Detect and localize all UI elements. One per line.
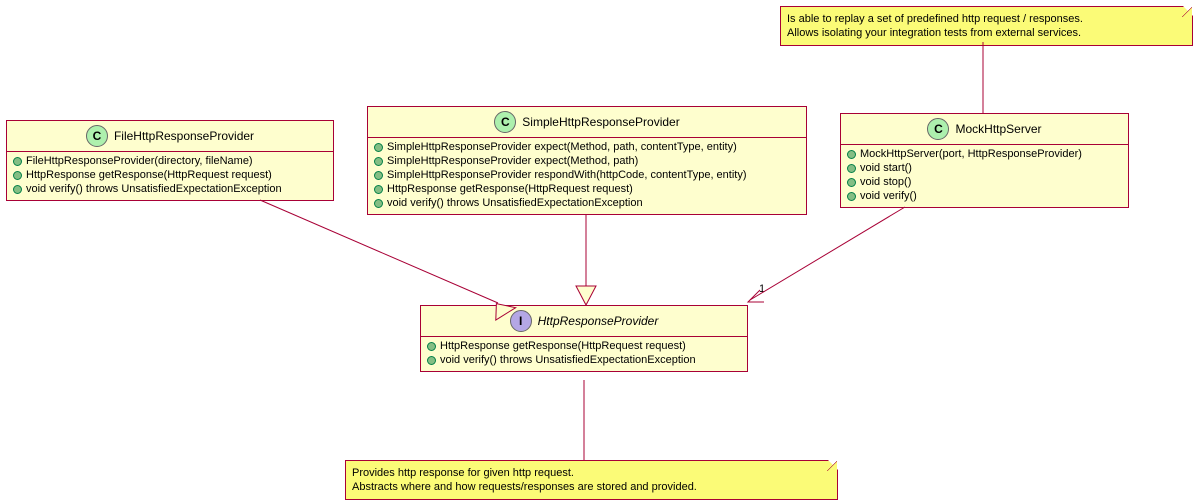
member: HttpResponse getResponse(HttpRequest req… <box>13 168 327 182</box>
class-file-http-response-provider: C FileHttpResponseProvider FileHttpRespo… <box>6 120 334 201</box>
visibility-public-icon <box>847 164 856 173</box>
class-stereotype-icon: C <box>927 118 949 140</box>
class-simple-http-response-provider: C SimpleHttpResponseProvider SimpleHttpR… <box>367 106 807 215</box>
class-stereotype-icon: C <box>494 111 516 133</box>
note-line: Abstracts where and how requests/respons… <box>352 480 827 494</box>
member: void verify() throws UnsatisfiedExpectat… <box>374 196 800 210</box>
member: FileHttpResponseProvider(directory, file… <box>13 154 327 168</box>
visibility-public-icon <box>13 185 22 194</box>
class-name: HttpResponseProvider <box>538 314 659 328</box>
member: void verify() <box>847 189 1122 203</box>
connectors <box>0 0 1201 504</box>
interface-http-response-provider: I HttpResponseProvider HttpResponse getR… <box>420 305 748 372</box>
class-header: I HttpResponseProvider <box>421 306 747 337</box>
visibility-public-icon <box>374 199 383 208</box>
visibility-public-icon <box>847 150 856 159</box>
class-members: FileHttpResponseProvider(directory, file… <box>7 152 333 200</box>
note-line: Is able to replay a set of predefined ht… <box>787 12 1182 26</box>
visibility-public-icon <box>427 356 436 365</box>
note-mock-server: Is able to replay a set of predefined ht… <box>780 6 1193 46</box>
class-members: SimpleHttpResponseProvider expect(Method… <box>368 138 806 214</box>
visibility-public-icon <box>374 157 383 166</box>
note-line: Allows isolating your integration tests … <box>787 26 1182 40</box>
class-header: C FileHttpResponseProvider <box>7 121 333 152</box>
note-http-response-provider: Provides http response for given http re… <box>345 460 838 500</box>
note-line: Provides http response for given http re… <box>352 466 827 480</box>
cardinality-label: 1 <box>759 283 765 295</box>
class-name: SimpleHttpResponseProvider <box>522 115 679 129</box>
member: void verify() throws UnsatisfiedExpectat… <box>13 182 327 196</box>
visibility-public-icon <box>847 178 856 187</box>
interface-stereotype-icon: I <box>510 310 532 332</box>
class-header: C SimpleHttpResponseProvider <box>368 107 806 138</box>
class-header: C MockHttpServer <box>841 114 1128 145</box>
member: void start() <box>847 161 1122 175</box>
visibility-public-icon <box>427 342 436 351</box>
class-name: MockHttpServer <box>955 122 1041 136</box>
visibility-public-icon <box>374 171 383 180</box>
member: HttpResponse getResponse(HttpRequest req… <box>374 182 800 196</box>
class-name: FileHttpResponseProvider <box>114 129 254 143</box>
member: void verify() throws UnsatisfiedExpectat… <box>427 353 741 367</box>
member: SimpleHttpResponseProvider expect(Method… <box>374 154 800 168</box>
visibility-public-icon <box>847 192 856 201</box>
class-members: HttpResponse getResponse(HttpRequest req… <box>421 337 747 371</box>
class-mock-http-server: C MockHttpServer MockHttpServer(port, Ht… <box>840 113 1129 208</box>
member: SimpleHttpResponseProvider expect(Method… <box>374 140 800 154</box>
member: void stop() <box>847 175 1122 189</box>
visibility-public-icon <box>374 185 383 194</box>
visibility-public-icon <box>13 171 22 180</box>
class-members: MockHttpServer(port, HttpResponseProvide… <box>841 145 1128 207</box>
member: SimpleHttpResponseProvider respondWith(h… <box>374 168 800 182</box>
member: MockHttpServer(port, HttpResponseProvide… <box>847 147 1122 161</box>
visibility-public-icon <box>13 157 22 166</box>
member: HttpResponse getResponse(HttpRequest req… <box>427 339 741 353</box>
class-stereotype-icon: C <box>86 125 108 147</box>
visibility-public-icon <box>374 143 383 152</box>
